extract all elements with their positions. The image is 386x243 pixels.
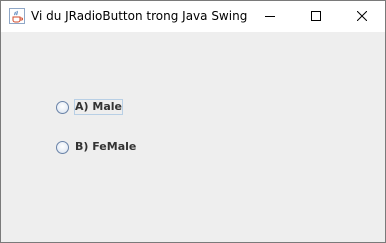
minimize-icon: [265, 16, 275, 17]
minimize-button[interactable]: [247, 1, 293, 32]
maximize-icon: [311, 11, 321, 21]
radio-female-label[interactable]: B) FeMale: [74, 139, 137, 155]
close-icon: [357, 11, 367, 21]
content-panel: A) Male B) FeMale: [1, 32, 385, 242]
radio-male-label[interactable]: A) Male: [74, 99, 123, 115]
maximize-button[interactable]: [293, 1, 339, 32]
title-bar[interactable]: Vi du JRadioButton trong Java Swing: [1, 1, 385, 32]
app-window: Vi du JRadioButton trong Java Swing A) M…: [0, 0, 386, 243]
radio-male[interactable]: A) Male: [56, 98, 123, 116]
radio-circle-icon[interactable]: [56, 100, 69, 114]
radio-female[interactable]: B) FeMale: [56, 138, 137, 156]
radio-circle-icon[interactable]: [56, 140, 69, 154]
java-cup-icon[interactable]: [9, 8, 25, 24]
window-title: Vi du JRadioButton trong Java Swing: [31, 9, 248, 23]
close-button[interactable]: [339, 1, 385, 32]
